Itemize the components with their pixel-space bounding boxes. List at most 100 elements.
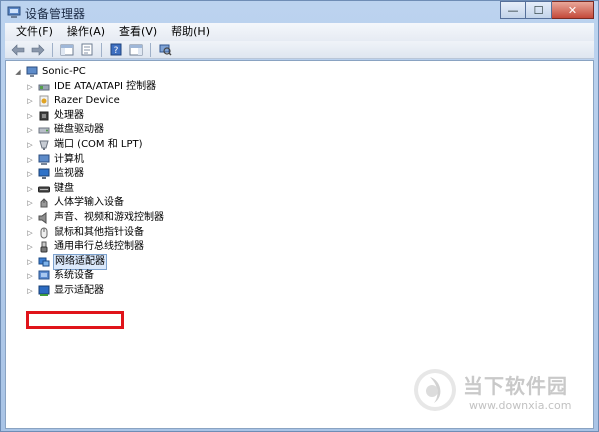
menu-action[interactable]: 操作(A) [60, 23, 112, 41]
menu-bar: 文件(F) 操作(A) 查看(V) 帮助(H) [5, 23, 594, 41]
tree-item-label: 磁盘驱动器 [54, 124, 104, 136]
toolbar-separator [52, 42, 53, 57]
device-manager-icon [7, 6, 21, 18]
tree-item-label: 声音、视频和游戏控制器 [54, 211, 164, 223]
collapsed-triangle-icon[interactable]: ▷ [26, 141, 34, 149]
tree-item[interactable]: ▷ 键盘 [26, 182, 74, 196]
mouse-icon [38, 227, 50, 239]
tree-item-label: 系统设备 [54, 270, 94, 282]
menu-file[interactable]: 文件(F) [9, 23, 60, 41]
toolbar-separator [150, 42, 151, 57]
toolbar-separator [101, 42, 102, 57]
tree-item-label: IDE ATA/ATAPI 控制器 [54, 80, 157, 92]
tree-item-label: 键盘 [54, 182, 74, 194]
tree-item[interactable]: ▷ Razer Device [26, 94, 120, 108]
tree-root-label: Sonic-PC [42, 66, 86, 77]
properties-icon [81, 43, 93, 56]
tree-item-label: 网络适配器 [53, 253, 107, 270]
collapsed-triangle-icon[interactable]: ▷ [26, 243, 34, 251]
port-icon [38, 139, 50, 151]
collapsed-triangle-icon[interactable]: ▷ [26, 112, 34, 120]
tree-item[interactable]: ▷ 网络适配器 [26, 253, 107, 270]
back-button[interactable] [9, 42, 27, 58]
toolbar: ? [5, 41, 594, 59]
show-hide-action-pane-button[interactable] [127, 42, 145, 58]
tree-item[interactable]: ▷ 显示适配器 [26, 284, 104, 298]
window-title: 设备管理器 [25, 7, 86, 21]
red-highlight-box [26, 311, 124, 329]
tree-item[interactable]: ▷ 计算机 [26, 153, 84, 167]
show-hide-action-pane-icon [129, 44, 143, 55]
tree-item-label: 人体学输入设备 [54, 197, 124, 209]
menu-view[interactable]: 查看(V) [112, 23, 164, 41]
display-adapter-icon [38, 285, 50, 297]
back-arrow-icon [11, 43, 25, 56]
razer-device-icon [38, 95, 50, 107]
tree-item-label: 通用串行总线控制器 [54, 241, 144, 253]
tree-item[interactable]: ▷ 处理器 [26, 109, 84, 123]
collapsed-triangle-icon[interactable]: ▷ [26, 287, 34, 295]
network-adapter-icon [38, 256, 50, 268]
tree-item-label: 计算机 [54, 153, 84, 165]
maximize-button[interactable]: ☐ [526, 1, 552, 19]
tree-item[interactable]: ▷ 系统设备 [26, 269, 94, 283]
help-icon: ? [110, 43, 122, 56]
properties-button[interactable] [78, 42, 96, 58]
monitor-icon [38, 168, 50, 180]
tree-item-label: Razer Device [54, 95, 120, 107]
help-button[interactable]: ? [107, 42, 125, 58]
sound-icon [38, 211, 50, 224]
tree-item-label: 端口 (COM 和 LPT) [54, 138, 143, 150]
tree-root[interactable]: ◢ Sonic-PC [14, 65, 86, 79]
expanded-triangle-icon[interactable]: ◢ [14, 68, 22, 76]
close-button[interactable]: ✕ [552, 1, 594, 19]
hid-icon [38, 197, 50, 209]
tree-item[interactable]: ▷ 人体学输入设备 [26, 196, 124, 210]
forward-button[interactable] [29, 42, 47, 58]
tree-item[interactable]: ▷ IDE ATA/ATAPI 控制器 [26, 80, 156, 94]
menu-help[interactable]: 帮助(H) [164, 23, 217, 41]
minimize-button[interactable]: — [500, 1, 526, 19]
svg-text:?: ? [114, 46, 119, 56]
device-manager-window: 设备管理器 — ☐ ✕ 文件(F) 操作(A) 查看(V) 帮助(H) ? ◢ … [0, 0, 599, 432]
collapsed-triangle-icon[interactable]: ▷ [26, 185, 34, 193]
title-bar[interactable]: 设备管理器 — ☐ ✕ [1, 1, 598, 23]
collapsed-triangle-icon[interactable]: ▷ [26, 97, 34, 105]
show-hide-console-tree-icon [60, 44, 74, 55]
tree-item-label: 监视器 [54, 168, 84, 180]
tree-item[interactable]: ▷ 磁盘驱动器 [26, 123, 104, 137]
ide-controller-icon [38, 81, 50, 93]
tree-item-label: 显示适配器 [54, 284, 104, 296]
tree-item[interactable]: ▷ 通用串行总线控制器 [26, 240, 144, 254]
watermark-brand: 当下软件园 [463, 374, 568, 398]
collapsed-triangle-icon[interactable]: ▷ [26, 272, 34, 280]
tree-item[interactable]: ▷ 端口 (COM 和 LPT) [26, 138, 143, 152]
caption-buttons: — ☐ ✕ [500, 1, 594, 19]
system-device-icon [38, 270, 50, 282]
collapsed-triangle-icon[interactable]: ▷ [26, 199, 34, 207]
tree-item[interactable]: ▷ 声音、视频和游戏控制器 [26, 211, 164, 225]
collapsed-triangle-icon[interactable]: ▷ [26, 126, 34, 134]
collapsed-triangle-icon[interactable]: ▷ [26, 229, 34, 237]
collapsed-triangle-icon[interactable]: ▷ [26, 170, 34, 178]
keyboard-icon [38, 183, 50, 195]
collapsed-triangle-icon[interactable]: ▷ [26, 258, 34, 266]
watermark-url: www.downxia.com [469, 399, 572, 412]
tree-item[interactable]: ▷ 监视器 [26, 167, 84, 181]
computer-root-icon [26, 66, 38, 78]
tree-item-label: 鼠标和其他指针设备 [54, 226, 144, 238]
collapsed-triangle-icon[interactable]: ▷ [26, 83, 34, 91]
watermark-logo-icon [414, 369, 456, 411]
usb-icon [38, 241, 50, 253]
collapsed-triangle-icon[interactable]: ▷ [26, 214, 34, 222]
forward-arrow-icon [31, 43, 45, 56]
scan-hardware-icon [159, 44, 172, 56]
tree-item[interactable]: ▷ 鼠标和其他指针设备 [26, 226, 144, 240]
show-hide-console-tree-button[interactable] [58, 42, 76, 58]
computer-icon [38, 154, 50, 166]
disk-drive-icon [38, 124, 50, 136]
collapsed-triangle-icon[interactable]: ▷ [26, 156, 34, 164]
tree-item-label: 处理器 [54, 109, 84, 121]
scan-hardware-button[interactable] [156, 42, 174, 58]
processor-icon [38, 110, 50, 122]
